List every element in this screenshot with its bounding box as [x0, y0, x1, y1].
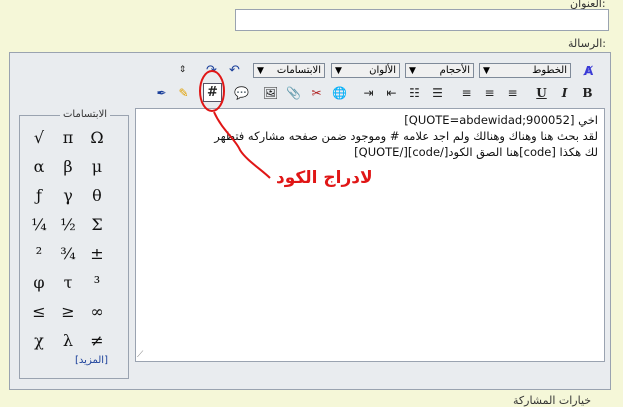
annotation-text: لادراج الكود	[276, 168, 373, 188]
annotation-overlay	[199, 70, 271, 179]
footer-label: خيارات المشاركة	[513, 394, 592, 407]
highlight-circle	[199, 70, 225, 112]
annotation-arrow-line	[213, 111, 271, 179]
